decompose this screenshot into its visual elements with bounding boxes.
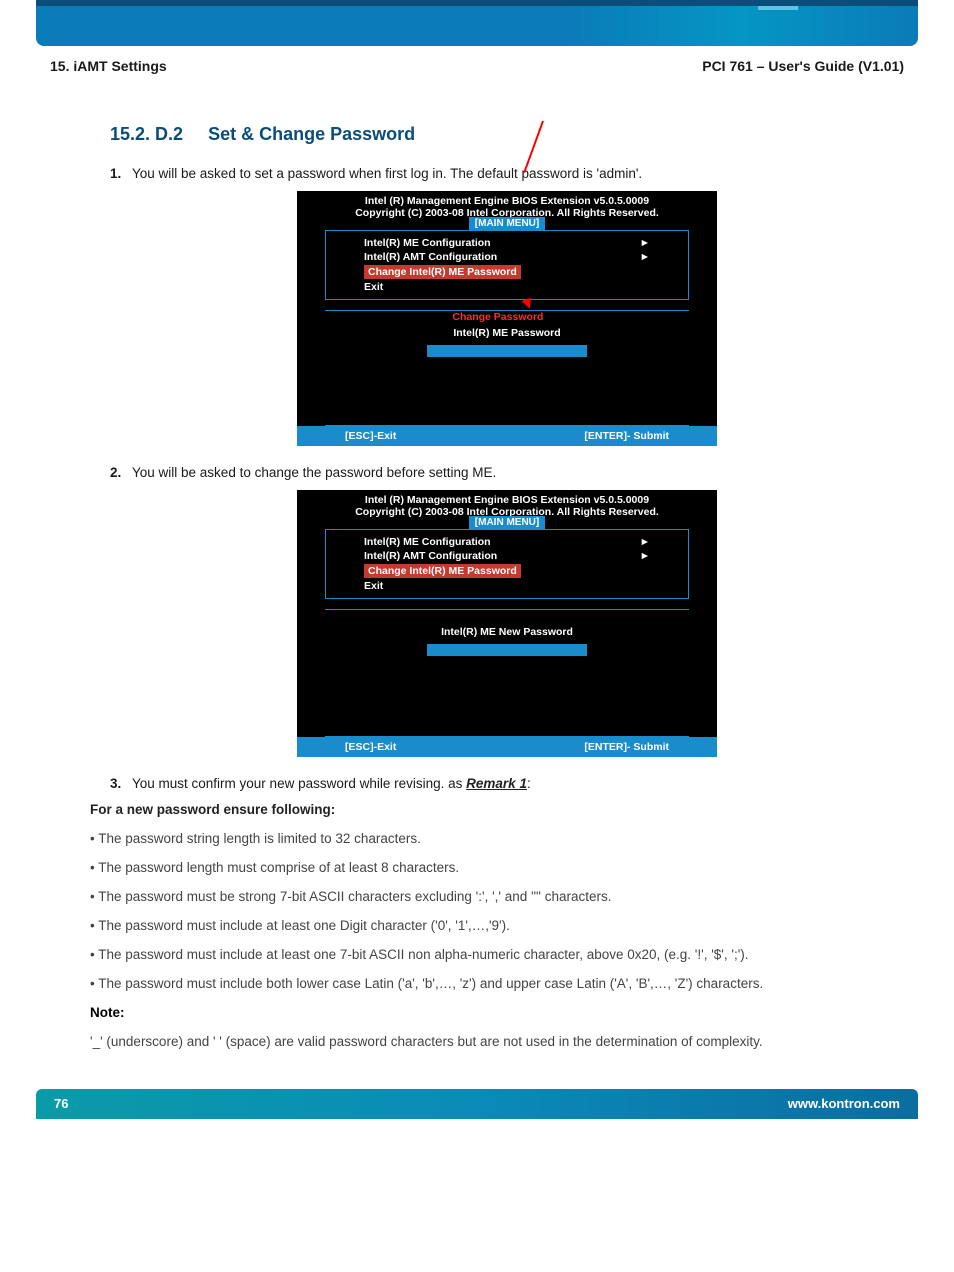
main-menu-label: [MAIN MENU] [469,217,545,230]
step-num: 2. [110,464,132,482]
arrow-icon: ► [640,536,650,548]
arrow-icon: ► [640,550,650,562]
remark-bullet-5: • The password must include at least one… [90,947,904,962]
page-top-border [36,0,918,46]
remark-link: Remark 1 [466,776,527,791]
bios-prompt-text: Intel(R) ME New Password [441,626,573,638]
menu-item-1: Intel(R) ME Configuration [364,536,491,548]
arrow-icon: ► [640,251,650,263]
menu-item-2: Intel(R) AMT Configuration [364,550,497,562]
bios-footer-left: [ESC]-Exit [345,741,396,753]
step-2: 2. You will be asked to change the passw… [110,464,904,482]
menu-item-3-highlight: Change Intel(R) ME Password [364,265,521,279]
section-title: Set & Change Password [208,124,415,144]
header-left: 15. iAMT Settings [50,58,167,74]
remark-bullet-1: • The password string length is limited … [90,831,904,846]
menu-item-3-highlight: Change Intel(R) ME Password [364,564,521,578]
bios-menu: Intel(R) ME Configuration ► Intel(R) AMT … [325,230,689,300]
note-label: Note: [90,1005,904,1020]
remark-bullet-4: • The password must include at least one… [90,918,904,933]
menu-item-1: Intel(R) ME Configuration [364,237,491,249]
step-3: 3. You must confirm your new password wh… [110,775,904,793]
remark-block: For a new password ensure following: • T… [90,802,904,1049]
bios-prompt-area: Change Password Intel(R) ME Password [297,311,717,339]
remark-bullet-2: • The password length must comprise of a… [90,860,904,875]
remark-intro: For a new password ensure following: [90,802,904,817]
section-heading: 15.2. D.2 Set & Change Password [110,124,904,145]
header-right: PCI 761 – User's Guide (V1.01) [702,58,904,74]
bios-prompt-text: Intel(R) ME Password [453,327,560,339]
bios-footer-right: [ENTER]- Submit [584,741,669,753]
note-text: '_' (underscore) and ' ' (space) are val… [90,1034,904,1049]
step-num: 1. [110,165,132,183]
change-password-overlay: Change Password [452,311,543,323]
step-text: You will be asked to set a password when… [132,165,642,183]
bios-footer: [ESC]-Exit [ENTER]- Submit [297,426,717,446]
footer-url: www.kontron.com [788,1096,900,1111]
step-text: You will be asked to change the password… [132,464,496,482]
remark-bullet-3: • The password must be strong 7-bit ASCI… [90,889,904,904]
arrow-icon: ► [640,237,650,249]
menu-item-4: Exit [364,281,383,293]
main-menu-label: [MAIN MENU] [469,516,545,529]
section-number: 15.2. D.2 [110,124,183,144]
step-3-text-b: : [527,776,531,791]
bios-menu: Intel(R) ME Configuration ► Intel(R) AMT … [325,529,689,599]
step-num: 3. [110,775,132,793]
remark-bullet-6: • The password must include both lower c… [90,976,904,991]
bios-input-field [427,345,587,357]
menu-item-2: Intel(R) AMT Configuration [364,251,497,263]
page-header: 15. iAMT Settings PCI 761 – User's Guide… [50,58,904,74]
bios-footer-left: [ESC]-Exit [345,430,396,442]
bios-prompt-area: Intel(R) ME New Password [297,610,717,638]
step-text: You must confirm your new password while… [132,775,531,793]
menu-item-4: Exit [364,580,383,592]
step-3-text-a: You must confirm your new password while… [132,776,466,791]
bios-footer: [ESC]-Exit [ENTER]- Submit [297,737,717,757]
bios-screenshot-2: Intel (R) Management Engine BIOS Extensi… [297,490,717,757]
bios-title-1: Intel (R) Management Engine BIOS Extensi… [297,195,717,207]
bios-footer-right: [ENTER]- Submit [584,430,669,442]
step-1: 1. You will be asked to set a password w… [110,165,904,183]
page-footer: 76 www.kontron.com [36,1089,918,1119]
bios-screenshot-1: Intel (R) Management Engine BIOS Extensi… [297,191,717,446]
bios-title-1: Intel (R) Management Engine BIOS Extensi… [297,494,717,506]
bios-input-field [427,644,587,656]
page-number: 76 [54,1096,68,1111]
